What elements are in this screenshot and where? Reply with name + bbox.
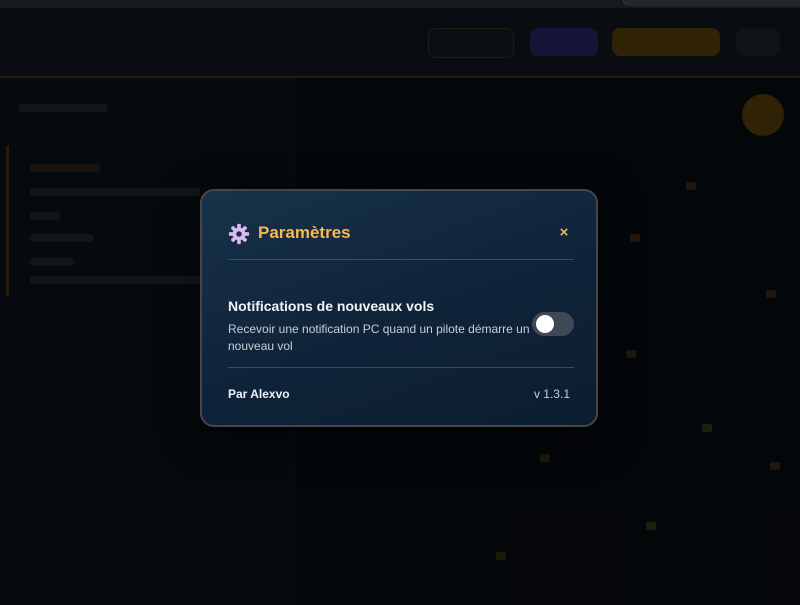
dialog-header: Paramètres × (228, 222, 574, 246)
setting-label: Notifications de nouveaux vols (228, 298, 435, 314)
footer-author: Par Alexvo (228, 387, 290, 401)
close-button[interactable]: × (554, 223, 574, 243)
gear-icon (228, 223, 250, 245)
toggle-knob (536, 315, 554, 333)
version-label: v 1.3.1 (533, 387, 570, 401)
divider (228, 259, 574, 260)
settings-dialog: Paramètres × Notifications de nouveaux v… (200, 189, 598, 427)
dialog-title: Paramètres (258, 223, 351, 242)
divider (228, 367, 574, 368)
setting-description: Recevoir une notification PC quand un pi… (228, 322, 530, 353)
notifications-toggle[interactable] (532, 312, 574, 336)
